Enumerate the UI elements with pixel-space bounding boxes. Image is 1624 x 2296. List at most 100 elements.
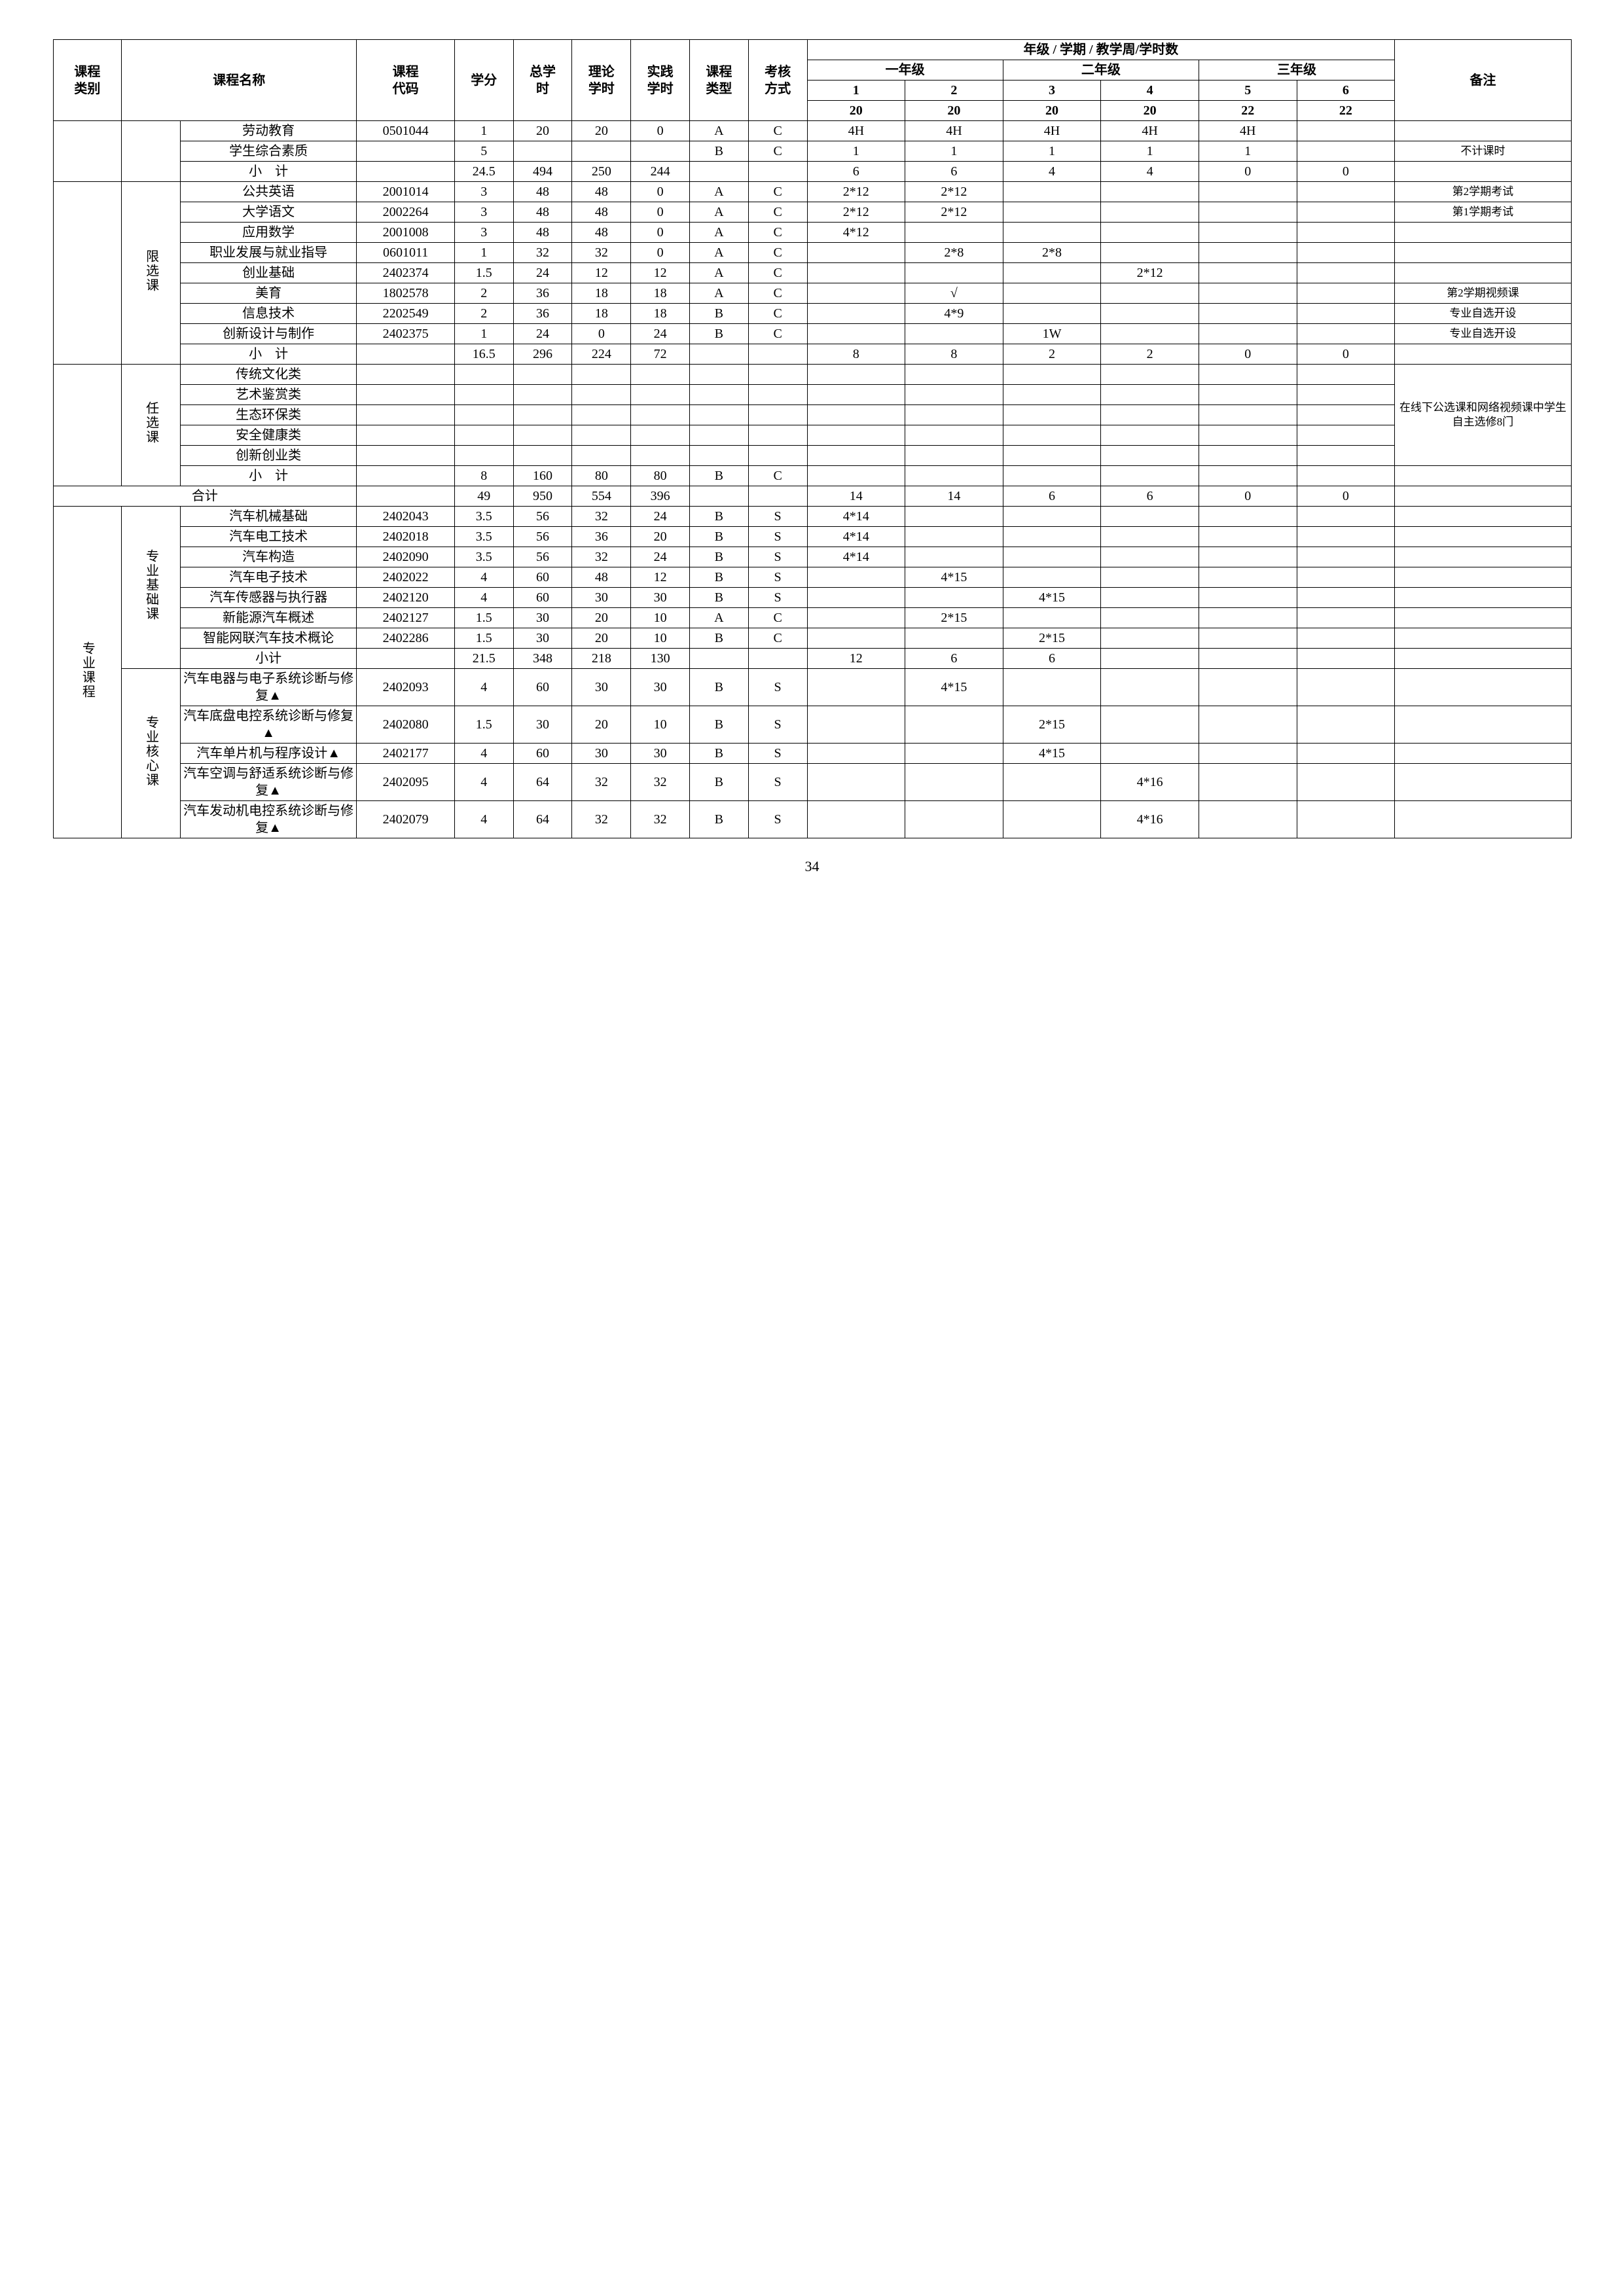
- cell-s5: [1199, 649, 1297, 669]
- cell-name: 汽车空调与舒适系统诊断与修复▲: [180, 764, 356, 801]
- cell-s4: [1101, 744, 1199, 764]
- cell-total: [513, 385, 572, 405]
- cell-s1: 4*12: [807, 223, 905, 243]
- cell-exam: [748, 486, 807, 507]
- cell-s6: [1297, 527, 1395, 547]
- cell-exam: S: [748, 507, 807, 527]
- cell-type: B: [689, 141, 748, 162]
- cell-s4: [1101, 243, 1199, 263]
- table-row: 创业基础 2402374 1.5 24 12 12 A C 2*12: [53, 263, 1571, 283]
- cell-exam: C: [748, 608, 807, 628]
- cell-theory: 554: [572, 486, 631, 507]
- cell-name: 生态环保类: [180, 405, 356, 425]
- cell-s1: 2*12: [807, 182, 905, 202]
- cell-total: 32: [513, 243, 572, 263]
- cell-theory: 32: [572, 764, 631, 801]
- cell-s1: [807, 304, 905, 324]
- cell-s4: 4: [1101, 162, 1199, 182]
- cell-s6: [1297, 628, 1395, 649]
- cell-s6: [1297, 649, 1395, 669]
- table-row: 专业课程 专业基础课 汽车机械基础 2402043 3.5 56 32 24 B…: [53, 507, 1571, 527]
- header-theory-hours: 理论学时: [572, 40, 631, 121]
- cell-s3: [1003, 466, 1101, 486]
- cell-type: A: [689, 608, 748, 628]
- cell-credits: 1: [454, 121, 513, 141]
- table-row: 限选课 公共英语 2001014 3 48 48 0 A C 2*12 2*12…: [53, 182, 1571, 202]
- cell-type: [689, 446, 748, 466]
- cell-s2: [905, 527, 1003, 547]
- cell-credits: [454, 385, 513, 405]
- table-row: 安全健康类: [53, 425, 1571, 446]
- cell-total: 30: [513, 628, 572, 649]
- cell-type: B: [689, 324, 748, 344]
- cell-s3: [1003, 304, 1101, 324]
- cell-name: 汽车构造: [180, 547, 356, 567]
- cell-code: 2402177: [357, 744, 455, 764]
- table-row: 智能网联汽车技术概论 2402286 1.5 30 20 10 B C 2*15: [53, 628, 1571, 649]
- cell-name: 小 计: [180, 466, 356, 486]
- cell-code: 2402090: [357, 547, 455, 567]
- cell-s2: [905, 365, 1003, 385]
- cell-total: 494: [513, 162, 572, 182]
- cell-code: 2402093: [357, 669, 455, 706]
- cell-s2: [905, 706, 1003, 744]
- cell-s6: [1297, 304, 1395, 324]
- cell-s5: [1199, 801, 1297, 838]
- cell-credits: 4: [454, 567, 513, 588]
- cell-credits: 2: [454, 283, 513, 304]
- cell-note: [1395, 162, 1571, 182]
- cell-theory: 30: [572, 669, 631, 706]
- cell-s3: 4H: [1003, 121, 1101, 141]
- header-exam-type: 考核方式: [748, 40, 807, 121]
- table-row: 任选课 传统文化类 在线下公选课和网络视频课中学生自主选修8门: [53, 365, 1571, 385]
- cell-total: 56: [513, 527, 572, 547]
- table-row: 艺术鉴赏类: [53, 385, 1571, 405]
- cell-total: 30: [513, 608, 572, 628]
- cell-exam: C: [748, 324, 807, 344]
- cell-note: 不计课时: [1395, 141, 1571, 162]
- cell-code: 2202549: [357, 304, 455, 324]
- cell-s3: 2*8: [1003, 243, 1101, 263]
- cell-exam: S: [748, 801, 807, 838]
- cell-s3: [1003, 223, 1101, 243]
- cell-s5: [1199, 425, 1297, 446]
- cell-name: 汽车电工技术: [180, 527, 356, 547]
- table-row: 汽车构造 2402090 3.5 56 32 24 B S 4*14: [53, 547, 1571, 567]
- cell-s1: 4*14: [807, 527, 905, 547]
- cell-theory: 30: [572, 588, 631, 608]
- cell-theory: 18: [572, 304, 631, 324]
- cell-s6: [1297, 202, 1395, 223]
- cell-s1: [807, 801, 905, 838]
- header-total-hours: 总学时: [513, 40, 572, 121]
- cell-theory: 30: [572, 744, 631, 764]
- cell-exam: [748, 344, 807, 365]
- cell-code: [357, 365, 455, 385]
- cell-s1: 2*12: [807, 202, 905, 223]
- cell-s5: [1199, 608, 1297, 628]
- cell-s1: [807, 425, 905, 446]
- cell-exam: [748, 162, 807, 182]
- cell-s2: [905, 385, 1003, 405]
- cell-s5: [1199, 669, 1297, 706]
- cell-s1: [807, 608, 905, 628]
- cell-credits: 3.5: [454, 527, 513, 547]
- cell-s5: [1199, 182, 1297, 202]
- cell-s3: 4*15: [1003, 588, 1101, 608]
- cell-category-2: [53, 182, 122, 365]
- cell-total: 24: [513, 263, 572, 283]
- cell-practice: [631, 385, 690, 405]
- cell-s4: [1101, 283, 1199, 304]
- cell-theory: 48: [572, 223, 631, 243]
- cell-practice: 0: [631, 243, 690, 263]
- cell-credits: [454, 446, 513, 466]
- cell-s4: [1101, 365, 1199, 385]
- cell-s4: 6: [1101, 486, 1199, 507]
- table-row: 学生综合素质 5 B C 1 1 1 1 1 不计课时: [53, 141, 1571, 162]
- cell-note: [1395, 527, 1571, 547]
- cell-credits: 21.5: [454, 649, 513, 669]
- cell-s5: [1199, 202, 1297, 223]
- cell-code: 2402286: [357, 628, 455, 649]
- header-s3: 3: [1003, 81, 1101, 101]
- cell-s1: [807, 466, 905, 486]
- cell-s2: [905, 425, 1003, 446]
